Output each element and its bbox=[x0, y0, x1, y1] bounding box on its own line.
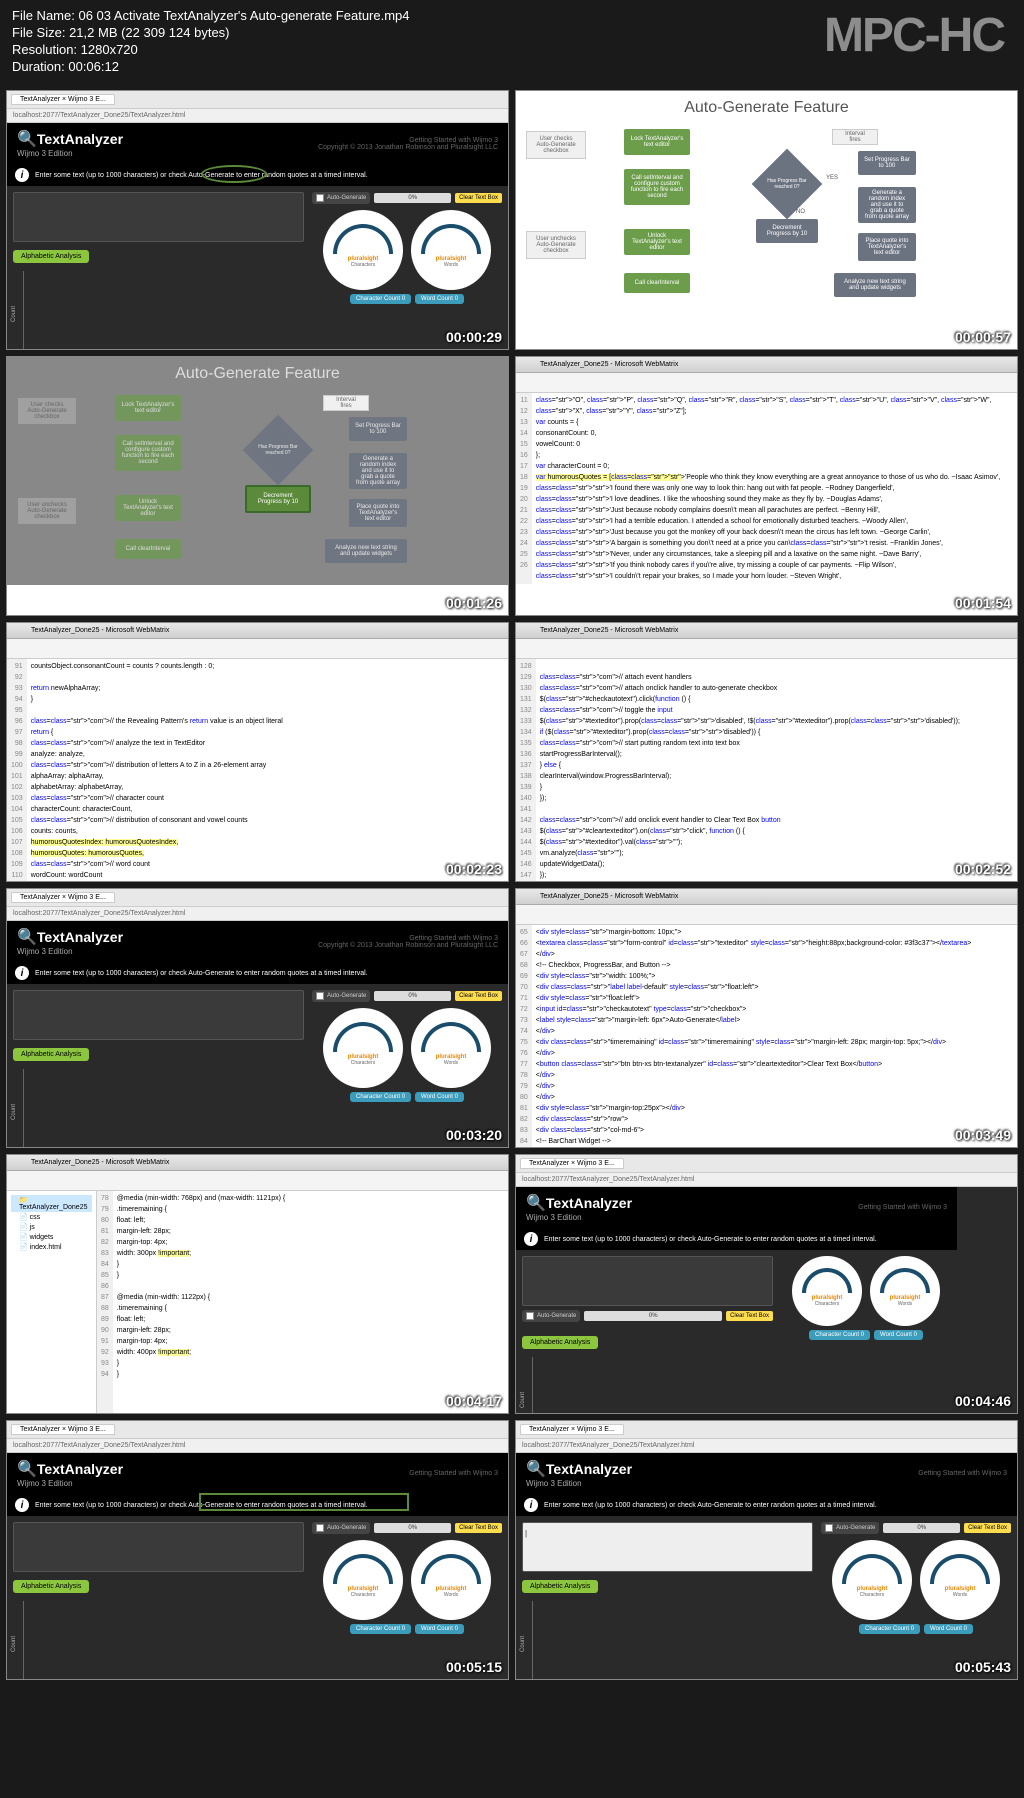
fc-lock: Lock TextAnalyzer's text editor bbox=[624, 129, 690, 155]
fc-interval-fires: Interval fires bbox=[832, 129, 878, 145]
info-icon: i bbox=[15, 168, 29, 182]
analyze-button[interactable]: Alphabetic Analysis bbox=[13, 1048, 89, 1061]
textanalyzer-app: 🔍TextAnalyzerWijmo 3 Edition Getting Sta… bbox=[7, 123, 508, 350]
browser-chrome: TextAnalyzer × Wijmo 3 E... bbox=[7, 889, 508, 907]
progress-bar: 0% bbox=[374, 193, 451, 203]
timestamp: 00:00:57 bbox=[955, 329, 1011, 345]
tree-item[interactable]: 📄 css bbox=[11, 1212, 92, 1222]
text-editor-input[interactable]: | bbox=[522, 1522, 813, 1572]
thumbnail-9[interactable]: TextAnalyzer_Done25 - Microsoft WebMatri… bbox=[6, 1154, 509, 1414]
tree-item[interactable]: 📄 index.html bbox=[11, 1242, 92, 1252]
timestamp: 00:01:54 bbox=[955, 595, 1011, 611]
thumbnail-11[interactable]: TextAnalyzer × Wijmo 3 E... localhost:20… bbox=[6, 1420, 509, 1680]
thumbnail-1[interactable]: TextAnalyzer × Wijmo 3 E... localhost:20… bbox=[6, 90, 509, 350]
text-editor-input[interactable] bbox=[13, 990, 304, 1040]
fc-analyze-text: Analyze new text string and update widge… bbox=[834, 273, 916, 297]
fc-generate: Generate a random index and use it to gr… bbox=[858, 187, 916, 223]
thumbnail-8[interactable]: TextAnalyzer_Done25 - Microsoft WebMatri… bbox=[515, 888, 1018, 1148]
fc-decrement: Decrement Progress by 10 bbox=[756, 219, 818, 243]
tree-item[interactable]: 📁 TextAnalyzer_Done25 bbox=[11, 1195, 92, 1212]
timestamp: 00:00:29 bbox=[446, 329, 502, 345]
timestamp: 00:05:43 bbox=[955, 1659, 1011, 1675]
timestamp: 00:03:20 bbox=[446, 1127, 502, 1143]
clear-text-button[interactable]: Clear Text Box bbox=[455, 193, 502, 203]
app-logo-sub: Wijmo 3 Edition bbox=[17, 149, 123, 158]
flowchart: Auto-Generate Feature User checks Auto-G… bbox=[516, 91, 1017, 319]
browser-chrome: TextAnalyzer × Wijmo 3 E... bbox=[7, 91, 508, 109]
timestamp: 00:04:46 bbox=[955, 1393, 1011, 1409]
editor-ribbon bbox=[516, 373, 1017, 393]
line-numbers: 9192939495969798991001011021031041051061… bbox=[7, 659, 27, 882]
code-content[interactable]: countsObject.consonantCount = counts ? c… bbox=[27, 659, 287, 882]
timestamp: 00:05:15 bbox=[446, 1659, 502, 1675]
timestamp: 00:01:26 bbox=[446, 595, 502, 611]
characters-gauge: pluralsightCharacters bbox=[323, 210, 403, 290]
line-numbers: 11121314151617181920212223242526 bbox=[516, 393, 532, 584]
fc-diamond: Has Progress Bar reached 0? bbox=[752, 149, 823, 220]
code-area[interactable]: 9192939495969798991001011021031041051061… bbox=[7, 659, 508, 882]
fc-decrement-highlighted: Decrement Progress by 10 bbox=[245, 485, 311, 513]
auto-generate-toggle[interactable]: Auto-Generate bbox=[312, 192, 370, 204]
editor-ribbon bbox=[7, 639, 508, 659]
bar-chart: CountAlphabet Letter bbox=[23, 1069, 294, 1148]
timestamp: 00:02:52 bbox=[955, 861, 1011, 877]
code-area[interactable]: 1281291301311321331341351361371381391401… bbox=[516, 659, 1017, 882]
thumbnail-7[interactable]: TextAnalyzer × Wijmo 3 E... localhost:20… bbox=[6, 888, 509, 1148]
address-bar[interactable]: localhost:2077/TextAnalyzer_Done25/TextA… bbox=[7, 109, 508, 123]
thumbnail-4[interactable]: TextAnalyzer_Done25 - Microsoft WebMatri… bbox=[515, 356, 1018, 616]
flowchart-title: Auto-Generate Feature bbox=[524, 99, 1009, 117]
highlight-rect bbox=[199, 1493, 409, 1511]
words-gauge: pluralsightWords bbox=[411, 210, 491, 290]
editor-titlebar: TextAnalyzer_Done25 - Microsoft WebMatri… bbox=[7, 623, 508, 639]
timestamp: 00:02:23 bbox=[446, 861, 502, 877]
bar-chart: Count Alphabet Letter bbox=[23, 271, 294, 350]
tree-item[interactable]: 📄 js bbox=[11, 1222, 92, 1232]
magnify-icon: 🔍 bbox=[17, 131, 37, 148]
fc-setinterval: Call setInterval and configure custom fu… bbox=[624, 169, 690, 205]
fc-user-unchecks: User unchecks Auto-Generate checkbox bbox=[526, 231, 586, 259]
editor-titlebar: TextAnalyzer_Done25 - Microsoft WebMatri… bbox=[516, 357, 1017, 373]
thumbnail-5[interactable]: TextAnalyzer_Done25 - Microsoft WebMatri… bbox=[6, 622, 509, 882]
thumbnail-3[interactable]: Auto-Generate Feature User checks Auto-G… bbox=[6, 356, 509, 616]
info-icon: i bbox=[15, 966, 29, 980]
editor-titlebar: TextAnalyzer_Done25 - Microsoft WebMatri… bbox=[516, 623, 1017, 639]
thumbnail-6[interactable]: TextAnalyzer_Done25 - Microsoft WebMatri… bbox=[515, 622, 1018, 882]
fc-user-checks: User checks Auto-Generate checkbox bbox=[526, 131, 586, 159]
fc-place-quote: Place quote into TextAnalyzer's text edi… bbox=[858, 233, 916, 261]
auto-generate-checkbox[interactable] bbox=[316, 194, 324, 202]
text-editor-input[interactable] bbox=[13, 192, 304, 242]
tree-item[interactable]: 📄 widgets bbox=[11, 1232, 92, 1242]
code-content[interactable]: class="str">"O", class="str">"P", class=… bbox=[532, 393, 1017, 584]
thumbnail-grid: TextAnalyzer × Wijmo 3 E... localhost:20… bbox=[0, 84, 1024, 1686]
code-content[interactable]: class=class="str">"com">// attach event … bbox=[536, 659, 964, 882]
word-count-badge: Word Count 0 bbox=[415, 294, 464, 304]
editor-ribbon bbox=[516, 639, 1017, 659]
thumbnail-2[interactable]: Auto-Generate Feature User checks Auto-G… bbox=[515, 90, 1018, 350]
watermark-logo: MPC-HC bbox=[824, 8, 1004, 63]
flowchart-dimmed: Auto-Generate Feature User checks Auto-G… bbox=[7, 357, 508, 585]
char-count-badge: Character Count 0 bbox=[350, 294, 411, 304]
line-numbers: 1281291301311321331341351361371381391401… bbox=[516, 659, 536, 882]
timestamp: 00:04:17 bbox=[446, 1393, 502, 1409]
browser-tab[interactable]: TextAnalyzer × Wijmo 3 E... bbox=[11, 94, 115, 105]
fc-unlock: Unlock TextAnalyzer's text editor bbox=[624, 229, 690, 255]
fc-set-progress: Set Progress Bar to 100 bbox=[858, 151, 916, 175]
thumbnail-12[interactable]: TextAnalyzer × Wijmo 3 E... localhost:20… bbox=[515, 1420, 1018, 1680]
thumbnail-10[interactable]: TextAnalyzer × Wijmo 3 E... localhost:20… bbox=[515, 1154, 1018, 1414]
fc-clearinterval: Call clearInterval bbox=[624, 273, 690, 293]
app-logo: TextAnalyzer bbox=[37, 131, 123, 147]
file-tree[interactable]: 📁 TextAnalyzer_Done25 📄 css 📄 js 📄 widge… bbox=[7, 1191, 97, 1414]
analyze-button[interactable]: Alphabetic Analysis bbox=[13, 250, 89, 263]
code-area[interactable]: 11121314151617181920212223242526 class="… bbox=[516, 393, 1017, 584]
timestamp: 00:03:49 bbox=[955, 1127, 1011, 1143]
highlight-oval bbox=[201, 165, 267, 183]
